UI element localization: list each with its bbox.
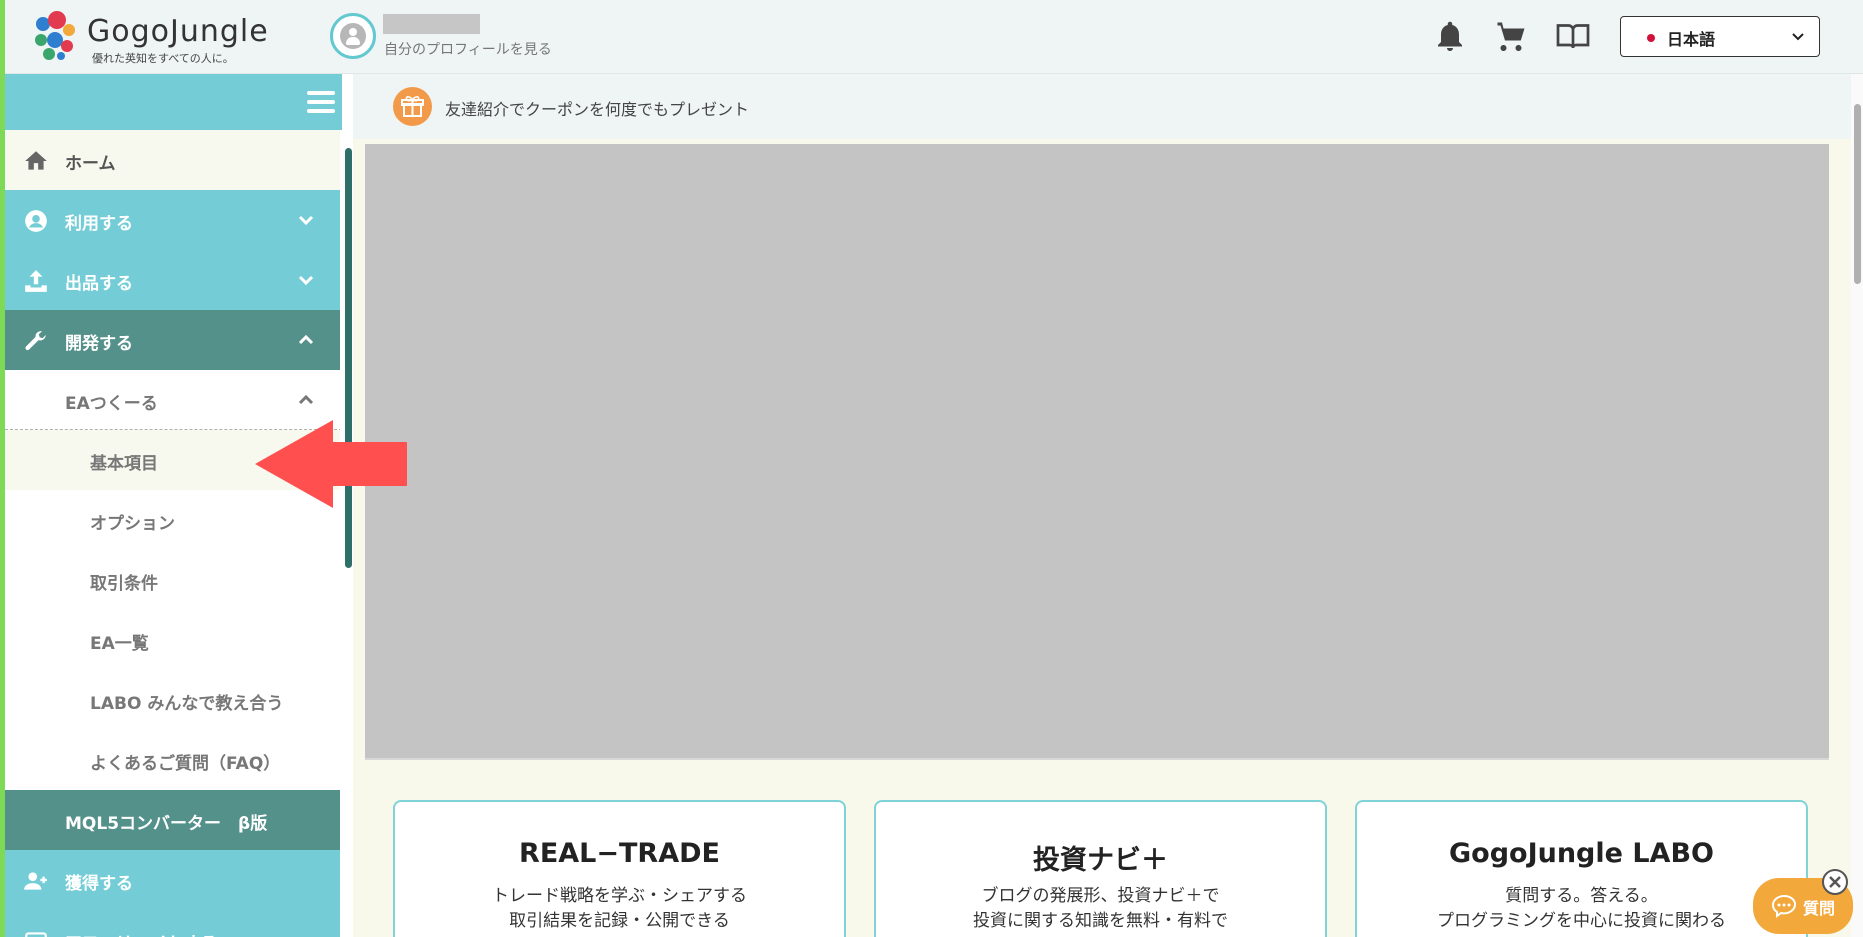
logo-mark-icon bbox=[35, 11, 75, 60]
banner-text: 友達紹介でクーポンを何度でもプレゼント bbox=[445, 100, 750, 119]
service-card-labo[interactable]: GogoJungle LABO 質問する。答える。 プログラミングを中心に投資に… bbox=[1355, 800, 1808, 937]
user-circle-icon bbox=[25, 210, 47, 232]
sidebar-item-label: アフィリエイトする bbox=[65, 929, 218, 937]
service-card-toushi-navi[interactable]: 投資ナビ＋ ブログの発展形、投資ナビ＋で 投資に関する知識を無料・有料で bbox=[874, 800, 1327, 937]
sidebar-item-mql5[interactable]: MQL5コンバーター β版 bbox=[5, 790, 342, 850]
card-description: ブログの発展形、投資ナビ＋で 投資に関する知識を無料・有料で bbox=[973, 886, 1228, 931]
sidebar-subitem-faq[interactable]: よくあるご質問（FAQ） bbox=[5, 730, 342, 790]
hamburger-menu-icon[interactable] bbox=[307, 91, 335, 113]
hero-image-placeholder[interactable] bbox=[365, 144, 1829, 760]
chevron-down-icon bbox=[1792, 33, 1804, 41]
bell-icon[interactable] bbox=[1432, 18, 1468, 54]
logo-tagline: 優れた英知をすべての人に。 bbox=[92, 52, 234, 65]
sidebar-item-sell[interactable]: 出品する bbox=[5, 250, 342, 310]
page-scrollbar[interactable] bbox=[1851, 74, 1863, 937]
book-icon[interactable] bbox=[1555, 18, 1591, 54]
sidebar-item-label: 開発する bbox=[65, 334, 133, 354]
card-description: 質問する。答える。 プログラミングを中心に投資に関わる bbox=[1437, 886, 1726, 931]
language-select[interactable]: 日本語 bbox=[1620, 16, 1820, 57]
close-icon[interactable] bbox=[1822, 869, 1848, 895]
logo-name: GogoJungle bbox=[87, 14, 269, 49]
sidebar-subitem-ea-list[interactable]: EA一覧 bbox=[5, 610, 342, 670]
sidebar-item-use[interactable]: 利用する bbox=[5, 190, 342, 250]
upload-icon bbox=[25, 270, 47, 292]
sidebar-subitem-trade-conditions[interactable]: 取引条件 bbox=[5, 550, 342, 610]
card-title: REAL−TRADE bbox=[519, 838, 720, 869]
sidebar-item-home[interactable]: ホーム bbox=[5, 130, 342, 190]
referral-banner[interactable]: 友達紹介でクーポンを何度でもプレゼント bbox=[353, 74, 1851, 139]
sidebar-item-label: EAつくーる bbox=[65, 394, 158, 414]
affiliate-icon bbox=[25, 932, 47, 937]
card-title: GogoJungle LABO bbox=[1448, 838, 1714, 869]
help-label: 質問 bbox=[1803, 899, 1836, 918]
user-silhouette-icon bbox=[340, 23, 366, 49]
chat-bubble-icon bbox=[1771, 894, 1797, 918]
sidebar-subitem-label: オプション bbox=[90, 514, 175, 534]
sidebar-subitem-label: EA一覧 bbox=[90, 634, 149, 654]
card-description: トレード戦略を学ぶ・シェアする 取引結果を記録・公開できる bbox=[492, 886, 747, 931]
chevron-down-icon bbox=[298, 275, 314, 286]
sidebar-subitem-label: 基本項目 bbox=[90, 454, 158, 474]
sidebar-top-bar bbox=[5, 74, 342, 130]
card-title: 投資ナビ＋ bbox=[1033, 845, 1168, 876]
user-plus-icon bbox=[24, 872, 47, 890]
username-redacted bbox=[383, 14, 480, 34]
sidebar-item-earn[interactable]: 獲得する bbox=[5, 850, 342, 910]
chevron-down-icon bbox=[298, 215, 314, 226]
gift-icon bbox=[393, 87, 432, 126]
sidebar-item-label: 出品する bbox=[65, 274, 133, 294]
sidebar-subitem-labo[interactable]: LABO みんなで教え合う bbox=[5, 670, 342, 730]
sidebar-subitem-label: よくあるご質問（FAQ） bbox=[90, 754, 281, 774]
sidebar-item-label: 獲得する bbox=[65, 874, 133, 894]
wrench-icon bbox=[25, 331, 46, 351]
sidebar-item-label: 利用する bbox=[65, 214, 133, 234]
cart-icon[interactable] bbox=[1493, 18, 1529, 54]
sidebar-item-develop[interactable]: 開発する bbox=[5, 310, 342, 370]
user-avatar[interactable] bbox=[330, 13, 376, 59]
top-header: GogoJungle 優れた英知をすべての人に。 自分のプロフィールを見る 日本… bbox=[5, 0, 1863, 74]
service-card-real-trade[interactable]: REAL−TRADE トレード戦略を学ぶ・シェアする 取引結果を記録・公開できる bbox=[393, 800, 846, 937]
sidebar-subitem-label: 取引条件 bbox=[90, 574, 158, 594]
japan-flag-icon bbox=[1647, 34, 1655, 42]
page-scroll-thumb[interactable] bbox=[1854, 104, 1861, 284]
language-label: 日本語 bbox=[1667, 30, 1716, 49]
sidebar-item-label: MQL5コンバーター β版 bbox=[65, 814, 268, 834]
sidebar-subitem-label: LABO みんなで教え合う bbox=[90, 694, 284, 714]
sidebar-item-affiliate[interactable]: アフィリエイトする bbox=[5, 910, 342, 937]
chevron-up-icon bbox=[298, 334, 314, 345]
red-arrow-annotation-icon bbox=[255, 420, 407, 508]
main-content: 友達紹介でクーポンを何度でもプレゼント REAL−TRADE トレード戦略を学ぶ… bbox=[353, 74, 1851, 937]
home-icon bbox=[25, 151, 47, 170]
sidebar-item-label: ホーム bbox=[65, 154, 116, 174]
chevron-up-icon bbox=[298, 394, 314, 405]
view-profile-link[interactable]: 自分のプロフィールを見る bbox=[384, 39, 552, 59]
gogojungle-logo[interactable]: GogoJungle 優れた英知をすべての人に。 bbox=[29, 10, 329, 65]
